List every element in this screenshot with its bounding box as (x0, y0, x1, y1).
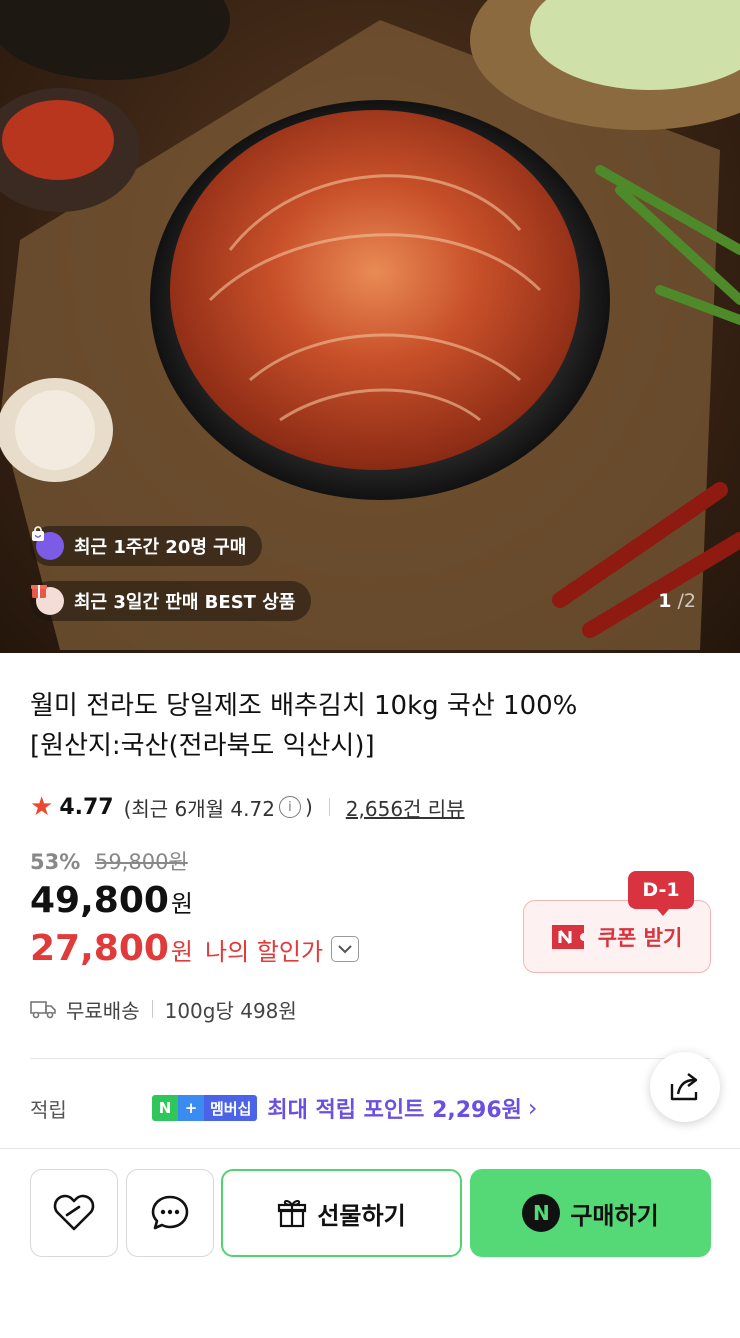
recent-buyers-text: 최근 1주간 20명 구매 (74, 537, 247, 558)
gift-icon (278, 1199, 307, 1228)
coupon-dday-badge: D-1 (628, 871, 694, 916)
recent-rating-text: (최근 6개월 4.72 (123, 796, 275, 821)
recent-rating-close: ) (304, 795, 313, 819)
sale-price-value: 49,800 (30, 880, 169, 921)
naver-coupon-icon (551, 924, 584, 949)
discount-rate: 53% (30, 850, 81, 874)
buy-button[interactable]: N 구매하기 (470, 1169, 711, 1257)
share-button[interactable] (650, 1052, 720, 1122)
divider (30, 1058, 710, 1059)
product-image[interactable]: 최근 1주간 20명 구매 최근 3일간 판매 BEST 상품 1 /2 (0, 0, 740, 653)
image-pager: 1 /2 (658, 590, 696, 612)
gift-label: 선물하기 (317, 1201, 406, 1230)
discount-row: 53% 59,800원 (30, 846, 188, 876)
truck-icon (30, 1001, 56, 1019)
recent-buyers-badge: 최근 1주간 20명 구매 (30, 526, 263, 566)
chevron-right-icon: › (527, 1094, 538, 1122)
chevron-down-icon[interactable] (331, 935, 360, 962)
info-icon[interactable]: i (278, 796, 301, 818)
product-title: 월미 전라도 당일제조 배추김치 10kg 국산 100% [원산지:국산(전라… (30, 686, 670, 766)
unit-price-text: 100g당 498원 (164, 998, 297, 1023)
star-icon: ★ (30, 792, 54, 822)
rating-row: ★ 4.77 (최근 6개월 4.72 i ) 2,656건 리뷰 (30, 790, 465, 824)
best-seller-badge: 최근 3일간 판매 BEST 상품 (30, 581, 312, 621)
gift-box-icon (31, 585, 64, 615)
coupon-label: 쿠폰 받기 (597, 925, 683, 950)
badge-n: N (152, 1095, 178, 1121)
max-points-text: 최대 적립 포인트 2,296원 (267, 1098, 522, 1123)
sale-price-currency: 원 (170, 890, 194, 918)
coupon-button[interactable]: 쿠폰 받기 (523, 900, 711, 973)
chat-bubble-icon (151, 1195, 189, 1230)
my-price-currency: 원 (170, 938, 194, 966)
badge-membership: 멤버십 (204, 1095, 258, 1121)
image-index-total: 2 (683, 590, 696, 612)
my-discount-price[interactable]: 27,800 원 나의 할인가 (30, 928, 360, 969)
points-row[interactable]: 적립 N + 멤버십 최대 적립 포인트 2,296원 › (30, 1090, 630, 1126)
image-index-current: 1 (658, 590, 672, 612)
shipping-row: 무료배송 100g당 498원 (30, 993, 297, 1025)
divider (0, 1148, 740, 1149)
product-title-line1: 월미 전라도 당일제조 배추김치 10kg 국산 100% (30, 691, 578, 721)
heart-icon (53, 1194, 95, 1231)
points-label: 적립 (30, 1097, 67, 1122)
gift-button[interactable]: 선물하기 (221, 1169, 462, 1257)
naver-pay-icon: N (522, 1194, 561, 1232)
rating-score: 4.77 (59, 794, 114, 820)
badge-plus: + (178, 1095, 204, 1121)
talktalk-button[interactable] (126, 1169, 214, 1257)
original-price: 59,800원 (94, 850, 188, 874)
share-icon (670, 1073, 698, 1101)
naver-plus-membership-badge: N + 멤버십 (152, 1095, 258, 1121)
delivery-text: 무료배송 (66, 998, 140, 1023)
divider (151, 1000, 153, 1018)
my-price-value: 27,800 (30, 928, 169, 969)
my-price-label: 나의 할인가 (205, 938, 324, 966)
best-seller-text: 최근 3일간 판매 BEST 상품 (74, 592, 296, 613)
sale-price: 49,800원 (30, 880, 193, 921)
product-title-line2: [원산지:국산(전라북도 익산시)] (30, 731, 375, 761)
divider (328, 798, 330, 816)
review-count-link[interactable]: 2,656건 리뷰 (346, 793, 465, 822)
shopping-bag-icon (32, 526, 64, 560)
wishlist-button[interactable] (30, 1169, 118, 1257)
buy-label: 구매하기 (570, 1201, 659, 1230)
